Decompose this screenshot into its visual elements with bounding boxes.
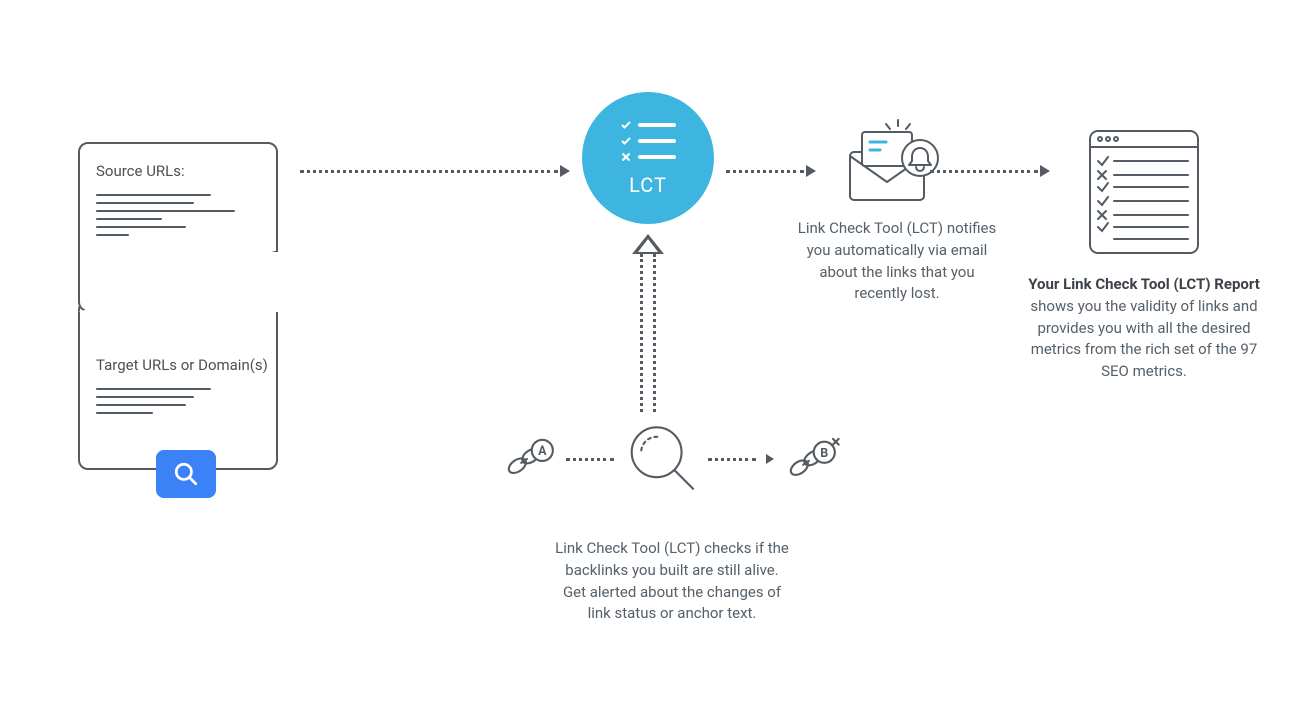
diagram-stage: Source URLs: Target URLs or Domain(s): [0, 0, 1289, 714]
checklist-icon: [620, 119, 676, 167]
svg-text:A: A: [538, 444, 547, 459]
report-text: shows you the validity of links and prov…: [1030, 297, 1257, 380]
lct-label: LCT: [629, 173, 667, 197]
link-check-block: A B Link Check Tool (LCT): [502, 420, 842, 625]
email-block: Link Check Tool (LCT) notifies you autom…: [792, 118, 1002, 305]
email-caption: Link Check Tool (LCT) notifies you autom…: [792, 218, 1002, 305]
report-title: Your Link Check Tool (LCT) Report: [1028, 275, 1260, 293]
target-urls-label: Target URLs or Domain(s): [96, 356, 260, 374]
report-block: Your Link Check Tool (LCT) Report shows …: [1028, 125, 1260, 383]
arrow-check-to-lct: [637, 234, 659, 412]
link-node-a-icon: A: [502, 436, 556, 482]
report-icon: [1084, 125, 1204, 260]
input-cards: Source URLs: Target URLs or Domain(s): [78, 142, 278, 482]
dots-icon: [566, 458, 614, 461]
arrow-input-to-lct: [300, 165, 570, 177]
email-alert-icon: [842, 118, 952, 208]
target-urls-card: Target URLs or Domain(s): [78, 300, 278, 470]
report-caption: Your Link Check Tool (LCT) Report shows …: [1028, 274, 1260, 383]
lct-badge: LCT: [582, 92, 714, 224]
check-caption: Link Check Tool (LCT) checks if the back…: [502, 538, 842, 625]
dots-icon: [708, 458, 756, 461]
arrow-head-icon: [766, 454, 774, 464]
magnifier-icon: [624, 420, 699, 498]
search-icon: [156, 450, 216, 498]
link-node-b-icon: B: [784, 434, 842, 484]
svg-text:B: B: [821, 446, 829, 461]
source-urls-label: Source URLs:: [96, 162, 260, 180]
source-urls-card: Source URLs:: [78, 142, 278, 312]
